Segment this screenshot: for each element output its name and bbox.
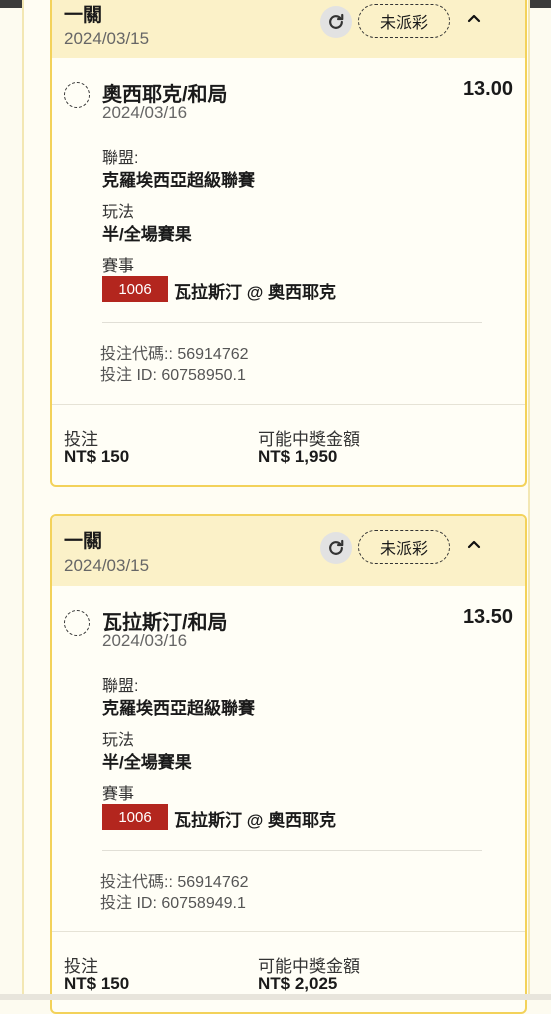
ticket-date: 2024/03/15 [64, 29, 150, 48]
refresh-icon[interactable] [320, 532, 352, 564]
bet-id: 投注 ID: 60758949.1 [100, 895, 246, 912]
chevron-up-icon[interactable] [464, 534, 484, 554]
status-badge: 未派彩 [358, 4, 450, 38]
refresh-icon[interactable] [320, 6, 352, 38]
ticket-footer: 投注 NT$ 150 可能中獎金額 NT$ 1,950 [52, 404, 525, 484]
league-value: 克羅埃西亞超級聯賽 [102, 699, 255, 718]
ticket-body: 瓦拉斯汀/和局 13.50 2024/03/16 聯盟: 克羅埃西亞超級聯賽 玩… [52, 586, 525, 931]
event-id-badge: 1006 [102, 804, 168, 830]
league-label: 聯盟: [102, 150, 139, 167]
ticket-header[interactable]: 一關 2024/03/15 未派彩 [52, 0, 525, 58]
event-id-badge: 1006 [102, 276, 168, 302]
selection-odds: 13.00 [462, 78, 513, 100]
market-label: 玩法 [102, 204, 135, 221]
ticket-type: 一關 [64, 5, 103, 26]
league-label: 聯盟: [102, 678, 139, 695]
market-value: 半/全場賽果 [102, 225, 192, 244]
radio-unselected-icon[interactable] [64, 82, 90, 108]
status-badge: 未派彩 [358, 530, 450, 564]
ticket-header[interactable]: 一關 2024/03/15 未派彩 [52, 516, 525, 586]
event-match: 瓦拉斯汀 @ 奧西耶克 [174, 283, 337, 302]
market-label: 玩法 [102, 732, 135, 749]
bet-ticket: 一關 2024/03/15 未派彩 瓦拉斯汀/和局 13.50 2024/03/… [50, 514, 527, 1014]
league-value: 克羅埃西亞超級聯賽 [102, 171, 255, 190]
selection-date: 2024/03/16 [102, 103, 188, 122]
divider [102, 850, 482, 851]
radio-unselected-icon[interactable] [64, 610, 90, 636]
ticket-body: 奧西耶克/和局 13.00 2024/03/16 聯盟: 克羅埃西亞超級聯賽 玩… [52, 58, 525, 403]
divider [102, 322, 482, 323]
event-match: 瓦拉斯汀 @ 奧西耶克 [174, 811, 337, 830]
ticket-type: 一關 [64, 531, 103, 552]
selection-date: 2024/03/16 [102, 631, 188, 650]
event-label: 賽事 [102, 258, 135, 275]
market-value: 半/全場賽果 [102, 753, 192, 772]
bet-ticket: 一關 2024/03/15 未派彩 奧西耶克/和局 13.00 2024/03/… [50, 0, 527, 487]
event-label: 賽事 [102, 786, 135, 803]
stake-value: NT$ 150 [64, 447, 130, 466]
ticket-date: 2024/03/15 [64, 556, 150, 575]
selection-odds: 13.50 [462, 606, 513, 628]
payout-value: NT$ 2,025 [258, 974, 338, 993]
chevron-up-icon[interactable] [464, 8, 484, 28]
stake-value: NT$ 150 [64, 974, 130, 993]
bottom-edge [0, 994, 551, 1000]
bet-history-page: 一關 2024/03/15 未派彩 奧西耶克/和局 13.00 2024/03/… [22, 0, 530, 1014]
payout-value: NT$ 1,950 [258, 447, 338, 466]
bet-id: 投注 ID: 60758950.1 [100, 367, 246, 384]
